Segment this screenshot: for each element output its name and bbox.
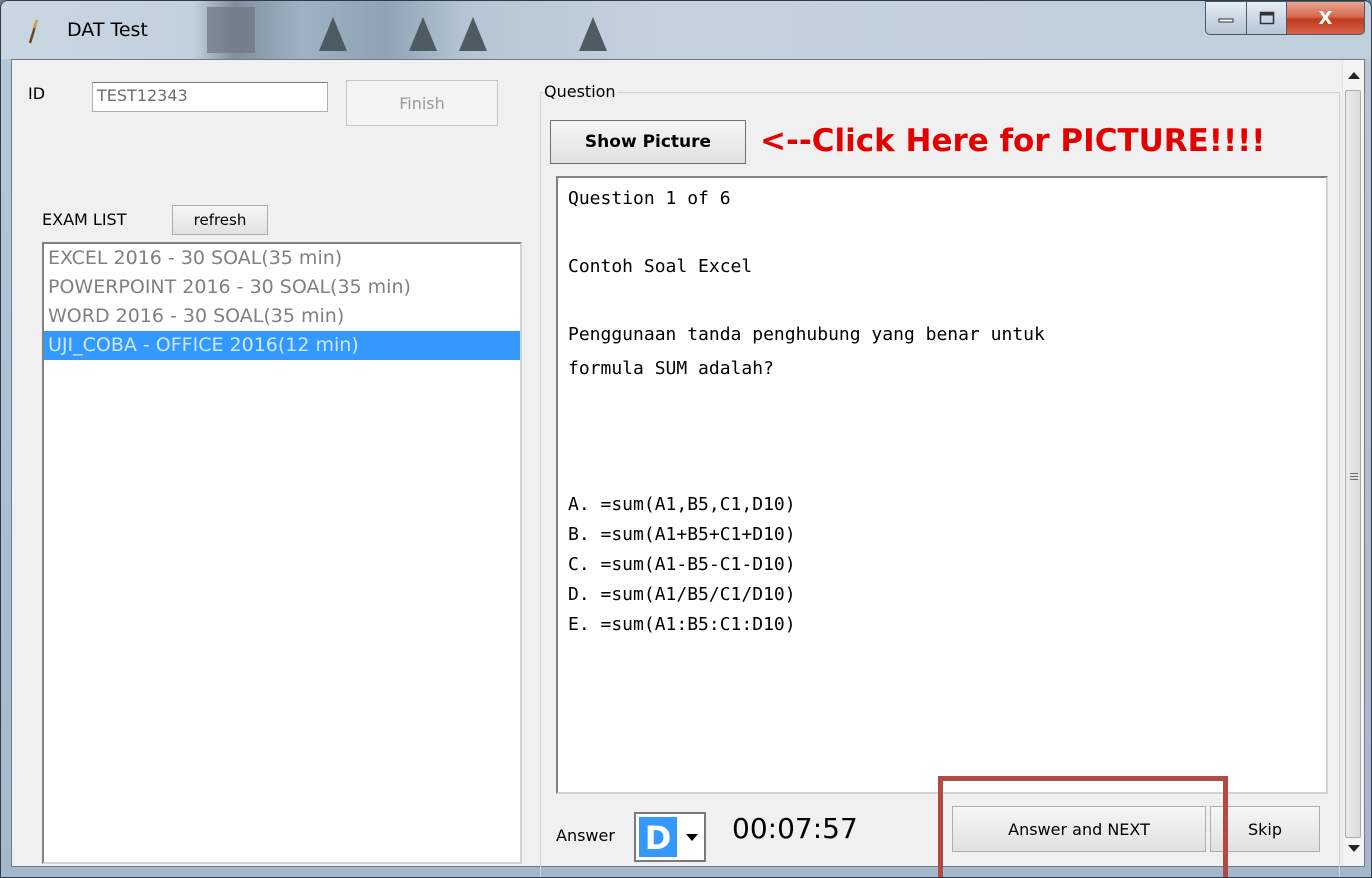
- show-picture-button[interactable]: Show Picture: [550, 120, 746, 164]
- title-bar-background: [409, 17, 437, 51]
- list-item-selected[interactable]: UJI_COBA - OFFICE 2016(12 min): [44, 331, 520, 360]
- question-blank-line: [568, 392, 1316, 426]
- countdown-timer: 00:07:57: [732, 812, 858, 845]
- id-field[interactable]: TEST12343: [92, 82, 328, 112]
- close-button[interactable]: X: [1287, 1, 1365, 35]
- list-item[interactable]: EXCEL 2016 - 30 SOAL(35 min): [44, 244, 520, 273]
- question-text-area[interactable]: Question 1 of 6 Contoh Soal Excel Penggu…: [556, 176, 1328, 794]
- finish-button[interactable]: Finish: [346, 80, 498, 126]
- scroll-down-icon[interactable]: [1348, 845, 1360, 852]
- title-bar-background: [459, 17, 487, 51]
- vertical-scrollbar[interactable]: [1342, 60, 1364, 866]
- question-blank-line: [568, 460, 1316, 494]
- list-item[interactable]: POWERPOINT 2016 - 30 SOAL(35 min): [44, 273, 520, 302]
- window-title: DAT Test: [67, 19, 148, 41]
- answer-selected-value: D: [639, 817, 677, 857]
- title-bar[interactable]: DAT Test X: [1, 1, 1371, 59]
- answer-label: Answer: [556, 826, 615, 845]
- highlight-frame: [938, 776, 1228, 877]
- exam-list-label: EXAM LIST: [42, 210, 127, 229]
- title-bar-background: [319, 17, 347, 51]
- question-blank-line: [568, 222, 1316, 256]
- question-group-title: Question: [543, 82, 617, 101]
- question-text-line: formula SUM adalah?: [568, 358, 774, 379]
- minimize-button[interactable]: [1205, 1, 1247, 35]
- feather-app-icon: [28, 19, 39, 44]
- answer-option: C. =sum(A1-B5-C1-D10): [568, 554, 796, 575]
- maximize-button[interactable]: [1247, 1, 1287, 35]
- minimize-icon: [1218, 18, 1234, 23]
- answer-select[interactable]: D: [634, 812, 706, 862]
- grip-icon: [1350, 473, 1358, 481]
- title-bar-background: [207, 7, 255, 53]
- question-blank-line: [568, 426, 1316, 460]
- refresh-button[interactable]: refresh: [172, 205, 268, 235]
- maximize-icon: [1259, 11, 1274, 25]
- answer-option: B. =sum(A1+B5+C1+D10): [568, 524, 796, 545]
- app-window: DAT Test X ID TEST12343 Finish EXAM LIST…: [0, 0, 1372, 878]
- question-counter: Question 1 of 6: [568, 188, 731, 209]
- list-item[interactable]: WORD 2016 - 30 SOAL(35 min): [44, 302, 520, 331]
- client-area: ID TEST12343 Finish EXAM LIST refresh EX…: [11, 59, 1365, 877]
- picture-hint: <--Click Here for PICTURE!!!!: [760, 123, 1266, 159]
- scroll-up-icon[interactable]: [1348, 72, 1360, 79]
- window-controls: X: [1205, 1, 1365, 37]
- chevron-down-icon[interactable]: [686, 834, 698, 841]
- scrollbar-thumb[interactable]: [1345, 90, 1361, 838]
- exam-list[interactable]: EXCEL 2016 - 30 SOAL(35 min) POWERPOINT …: [42, 242, 522, 864]
- answer-option: A. =sum(A1,B5,C1,D10): [568, 494, 796, 515]
- question-text-line: Penggunaan tanda penghubung yang benar u…: [568, 324, 1045, 345]
- question-subject: Contoh Soal Excel: [568, 256, 753, 277]
- answer-option: D. =sum(A1/B5/C1/D10): [568, 584, 796, 605]
- answer-option: E. =sum(A1:B5:C1:D10): [568, 614, 796, 635]
- title-bar-background: [579, 17, 607, 51]
- id-label: ID: [28, 84, 46, 103]
- question-blank-line: [568, 290, 1316, 324]
- close-icon: X: [1318, 7, 1333, 29]
